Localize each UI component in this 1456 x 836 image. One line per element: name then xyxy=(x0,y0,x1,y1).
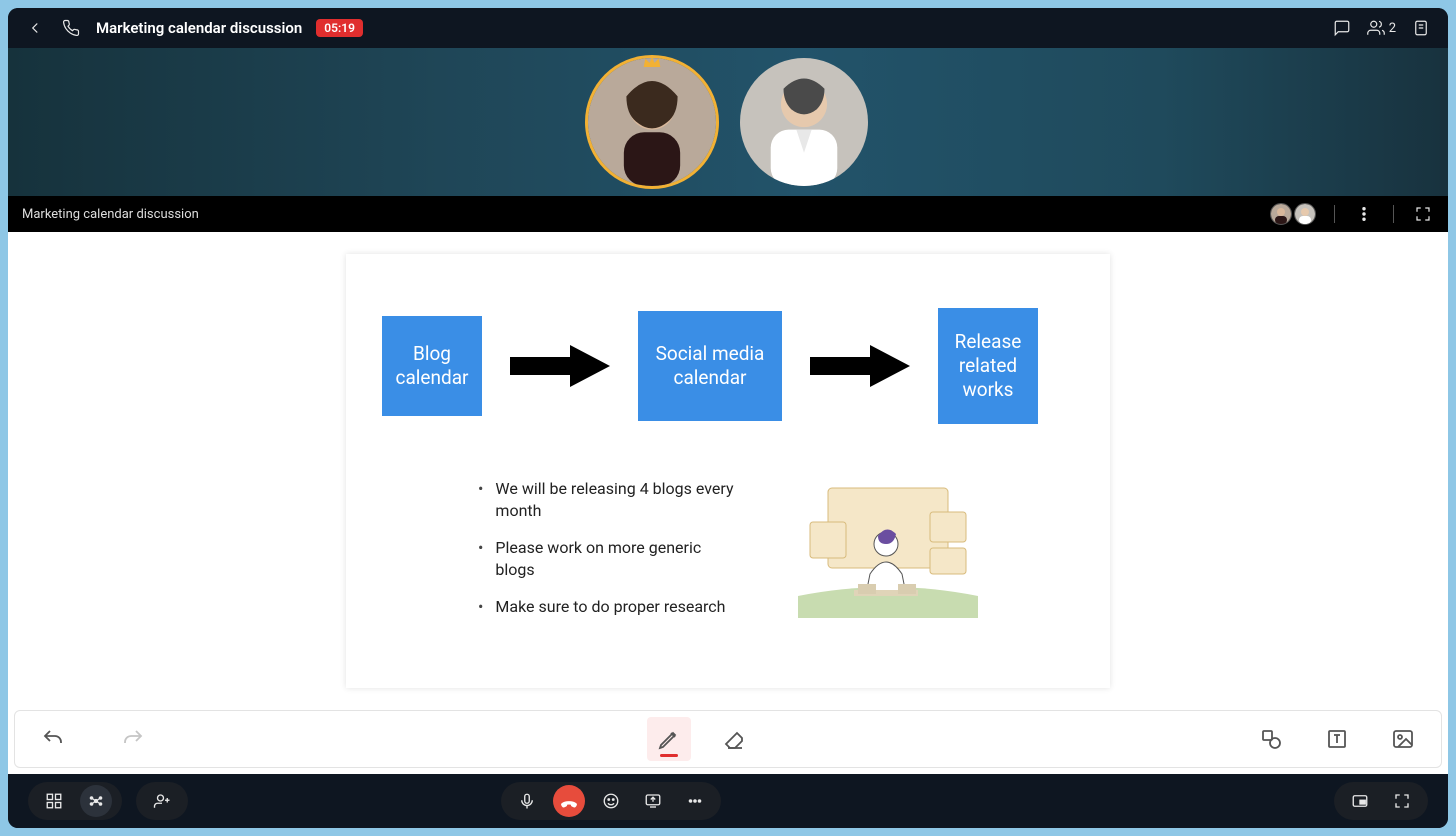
slide: Blog calendar Social media calendar Rele… xyxy=(346,254,1110,688)
phone-icon xyxy=(60,17,82,39)
bullet-item: Make sure to do proper research xyxy=(478,596,738,618)
call-timer: 05:19 xyxy=(316,19,363,37)
bullet-item: We will be releasing 4 blogs every month xyxy=(478,478,738,521)
participant-avatar[interactable] xyxy=(740,58,868,186)
participant-avatar-host[interactable] xyxy=(588,58,716,186)
participants-button[interactable]: 2 xyxy=(1367,19,1396,37)
call-title: Marketing calendar discussion xyxy=(96,19,302,37)
mini-avatars xyxy=(1270,203,1316,225)
hangup-button[interactable] xyxy=(553,785,585,817)
back-button[interactable] xyxy=(24,17,46,39)
call-header: Marketing calendar discussion 05:19 2 xyxy=(8,8,1448,48)
text-button[interactable] xyxy=(1315,717,1359,761)
add-participant-button[interactable] xyxy=(146,785,178,817)
crown-icon xyxy=(642,58,662,68)
reactions-button[interactable] xyxy=(595,785,627,817)
undo-button[interactable] xyxy=(31,717,75,761)
eraser-tool[interactable] xyxy=(713,717,757,761)
flow-box-blog: Blog calendar xyxy=(382,316,482,416)
layout-pill xyxy=(28,782,122,820)
speaker-view-button[interactable] xyxy=(80,785,112,817)
image-button[interactable] xyxy=(1381,717,1425,761)
notes-button[interactable] xyxy=(1410,17,1432,39)
call-controls xyxy=(8,774,1448,828)
slide-illustration xyxy=(798,478,978,618)
app-window: Marketing calendar discussion 05:19 2 Ma… xyxy=(8,8,1448,828)
pip-button[interactable] xyxy=(1344,785,1376,817)
participants-strip xyxy=(8,48,1448,196)
invite-pill xyxy=(136,782,188,820)
mic-button[interactable] xyxy=(511,785,543,817)
grid-view-button[interactable] xyxy=(38,785,70,817)
arrow-icon xyxy=(810,343,910,389)
redo-button[interactable] xyxy=(111,717,155,761)
share-header: Marketing calendar discussion xyxy=(8,196,1448,232)
chat-button[interactable] xyxy=(1331,17,1353,39)
flow-box-release: Release related works xyxy=(938,308,1038,424)
share-screen-button[interactable] xyxy=(637,785,669,817)
mini-avatar[interactable] xyxy=(1270,203,1292,225)
expand-button[interactable] xyxy=(1386,785,1418,817)
more-icon[interactable] xyxy=(1353,203,1375,225)
view-pill xyxy=(1334,782,1428,820)
mini-avatar[interactable] xyxy=(1294,203,1316,225)
pen-tool[interactable] xyxy=(647,717,691,761)
bullet-list: We will be releasing 4 blogs every month… xyxy=(478,478,738,634)
fullscreen-icon[interactable] xyxy=(1412,203,1434,225)
flow-row: Blog calendar Social media calendar Rele… xyxy=(382,308,1074,424)
whiteboard-area: Blog calendar Social media calendar Rele… xyxy=(8,232,1448,774)
shapes-button[interactable] xyxy=(1249,717,1293,761)
whiteboard-toolbar xyxy=(14,710,1442,768)
arrow-icon xyxy=(510,343,610,389)
participant-count: 2 xyxy=(1389,21,1396,36)
more-options-button[interactable] xyxy=(679,785,711,817)
bullet-item: Please work on more generic blogs xyxy=(478,537,738,580)
main-controls xyxy=(501,782,721,820)
share-title: Marketing calendar discussion xyxy=(22,207,199,222)
slide-viewport[interactable]: Blog calendar Social media calendar Rele… xyxy=(8,232,1448,710)
flow-box-social: Social media calendar xyxy=(638,311,782,421)
